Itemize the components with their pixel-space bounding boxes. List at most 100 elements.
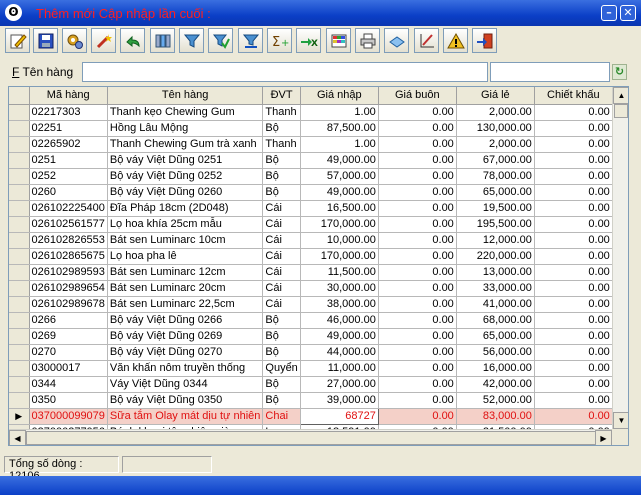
- filter-remove-icon[interactable]: [238, 28, 263, 53]
- table-cell[interactable]: Bộ: [262, 152, 301, 169]
- row-indicator[interactable]: [9, 344, 30, 361]
- table-cell[interactable]: Bộ váy Việt Dũng 0251: [107, 152, 264, 169]
- table-cell[interactable]: 0.00: [378, 248, 457, 265]
- table-cell[interactable]: Bộ: [262, 168, 301, 185]
- column-header[interactable]: Mã hàng: [29, 87, 108, 105]
- table-cell[interactable]: 0.00: [378, 152, 457, 169]
- filter-icon[interactable]: [179, 28, 204, 53]
- table-cell[interactable]: Hồng Lâu Mộng: [107, 120, 264, 137]
- import-icon[interactable]: X: [296, 28, 321, 53]
- table-row[interactable]: 0269 Bộ váy Việt Dũng 0269 Bộ 49,000.00 0.00…: [9, 328, 613, 345]
- table-cell[interactable]: 78,000.00: [456, 168, 535, 185]
- table-cell[interactable]: 0.00: [378, 168, 457, 185]
- table-cell[interactable]: Cái: [262, 296, 301, 313]
- table-cell[interactable]: 02217303: [29, 104, 108, 121]
- table-cell[interactable]: 2,000.00: [456, 104, 535, 121]
- table-cell[interactable]: Bộ: [262, 312, 301, 329]
- row-indicator[interactable]: [9, 216, 30, 233]
- app-icon[interactable]: ʘ: [5, 4, 22, 21]
- table-row[interactable]: 026102989654 Bát sen Luminarc 20cm Cái 30,0…: [9, 280, 613, 297]
- table-cell[interactable]: 68727: [299, 407, 379, 425]
- table-cell[interactable]: 52,000.00: [456, 392, 535, 409]
- table-cell[interactable]: 67,000.00: [456, 152, 535, 169]
- table-cell[interactable]: 41,000.00: [456, 296, 535, 313]
- table-cell[interactable]: Bát sen Luminarc 10cm: [107, 232, 264, 249]
- table-cell[interactable]: 87,500.00: [300, 120, 379, 137]
- column-header[interactable]: Tên hàng: [107, 87, 264, 105]
- table-cell[interactable]: 0350: [29, 392, 108, 409]
- table-cell[interactable]: 0.00: [378, 136, 457, 153]
- chart-icon[interactable]: [414, 28, 439, 53]
- table-cell[interactable]: Cái: [262, 200, 301, 217]
- table-cell[interactable]: 0.00: [534, 408, 613, 425]
- table-cell[interactable]: 0.00: [534, 392, 613, 409]
- table-cell[interactable]: 0260: [29, 184, 108, 201]
- table-cell[interactable]: Bộ: [262, 344, 301, 361]
- print-icon[interactable]: [355, 28, 380, 53]
- table-row[interactable]: ▶ 037000099079 Sữa tắm Olay mát dịu tự nhi…: [9, 407, 613, 425]
- table-cell[interactable]: Cái: [262, 232, 301, 249]
- table-cell[interactable]: 0.00: [534, 264, 613, 281]
- sum-icon[interactable]: Σ +: [267, 28, 292, 53]
- row-indicator[interactable]: [9, 280, 30, 297]
- table-cell[interactable]: 170,000.00: [300, 248, 379, 265]
- table-row[interactable]: 026102989678 Bát sen Luminarc 22,5cm Cái 38…: [9, 296, 613, 313]
- row-indicator[interactable]: [9, 264, 30, 281]
- table-cell[interactable]: Bộ váy Việt Dũng 0350: [107, 392, 264, 409]
- table-cell[interactable]: 0.00: [378, 280, 457, 297]
- table-cell[interactable]: 27,000.00: [300, 376, 379, 393]
- table-cell[interactable]: 0.00: [534, 152, 613, 169]
- table-cell[interactable]: Chai: [262, 408, 301, 425]
- scroll-down-icon[interactable]: ▼: [613, 412, 628, 429]
- table-cell[interactable]: 026102225400: [29, 200, 108, 217]
- table-cell[interactable]: 170,000.00: [300, 216, 379, 233]
- table-cell[interactable]: 0.00: [534, 200, 613, 217]
- table-cell[interactable]: 68,000.00: [456, 312, 535, 329]
- row-indicator[interactable]: [9, 312, 30, 329]
- row-indicator[interactable]: [9, 296, 30, 313]
- table-cell[interactable]: 03000017: [29, 360, 108, 377]
- table-cell[interactable]: 46,000.00: [300, 312, 379, 329]
- scroll-thumb-horizontal[interactable]: [26, 431, 596, 445]
- table-cell[interactable]: Bát sen Luminarc 12cm: [107, 264, 264, 281]
- refresh-icon[interactable]: ↻: [612, 64, 627, 80]
- table-cell[interactable]: Bộ: [262, 328, 301, 345]
- table-row[interactable]: 026102989593 Bát sen Luminarc 12cm Cái 11,5…: [9, 264, 613, 281]
- table-cell[interactable]: Bộ: [262, 392, 301, 409]
- horizontal-scrollbar[interactable]: ◀ ▶: [9, 429, 612, 445]
- table-row[interactable]: 02265902 Thanh Chewing Gum trà xanh Thanh 1…: [9, 136, 613, 153]
- table-cell[interactable]: Sữa tắm Olay mát dịu tự nhiên: [107, 408, 264, 425]
- table-cell[interactable]: Cái: [262, 264, 301, 281]
- table-cell[interactable]: Cái: [262, 280, 301, 297]
- row-indicator[interactable]: [9, 360, 30, 377]
- table-row[interactable]: 026102561577 Lọ hoa khía 25cm mẫu Cái 170,0…: [9, 216, 613, 233]
- table-row[interactable]: 026102865675 Lọ hoa pha lê Cái 170,000.00 0.…: [9, 248, 613, 265]
- table-cell[interactable]: Bộ váy Việt Dũng 0269: [107, 328, 264, 345]
- table-cell[interactable]: 0.00: [534, 280, 613, 297]
- filter-input[interactable]: [82, 62, 488, 82]
- table-cell[interactable]: 0.00: [534, 168, 613, 185]
- table-row[interactable]: 03000017 Văn khấn nôm truyền thống Quyển 11…: [9, 360, 613, 377]
- minimize-button[interactable]: –: [601, 5, 617, 21]
- column-header[interactable]: Giá lẻ: [456, 87, 535, 105]
- table-cell[interactable]: 0.00: [534, 312, 613, 329]
- color-grid-icon[interactable]: [326, 28, 351, 53]
- table-cell[interactable]: Váy Việt Dũng 0344: [107, 376, 264, 393]
- table-cell[interactable]: 195,500.00: [456, 216, 535, 233]
- table-cell[interactable]: 02251: [29, 120, 108, 137]
- undo-icon[interactable]: [120, 28, 145, 53]
- table-row[interactable]: 0251 Bộ váy Việt Dũng 0251 Bộ 49,000.00 0.00…: [9, 152, 613, 169]
- table-cell[interactable]: 49,000.00: [300, 184, 379, 201]
- table-cell[interactable]: 49,000.00: [300, 152, 379, 169]
- magic-wand-icon[interactable]: [91, 28, 116, 53]
- save-icon[interactable]: [33, 28, 58, 53]
- table-cell[interactable]: 0.00: [378, 312, 457, 329]
- table-cell[interactable]: 0.00: [378, 184, 457, 201]
- table-cell[interactable]: 39,000.00: [300, 392, 379, 409]
- column-header[interactable]: Giá nhập: [300, 87, 379, 105]
- filter-check-icon[interactable]: [208, 28, 233, 53]
- table-cell[interactable]: 57,000.00: [300, 168, 379, 185]
- table-cell[interactable]: 0.00: [378, 360, 457, 377]
- table-cell[interactable]: 0.00: [534, 216, 613, 233]
- table-cell[interactable]: 2,000.00: [456, 136, 535, 153]
